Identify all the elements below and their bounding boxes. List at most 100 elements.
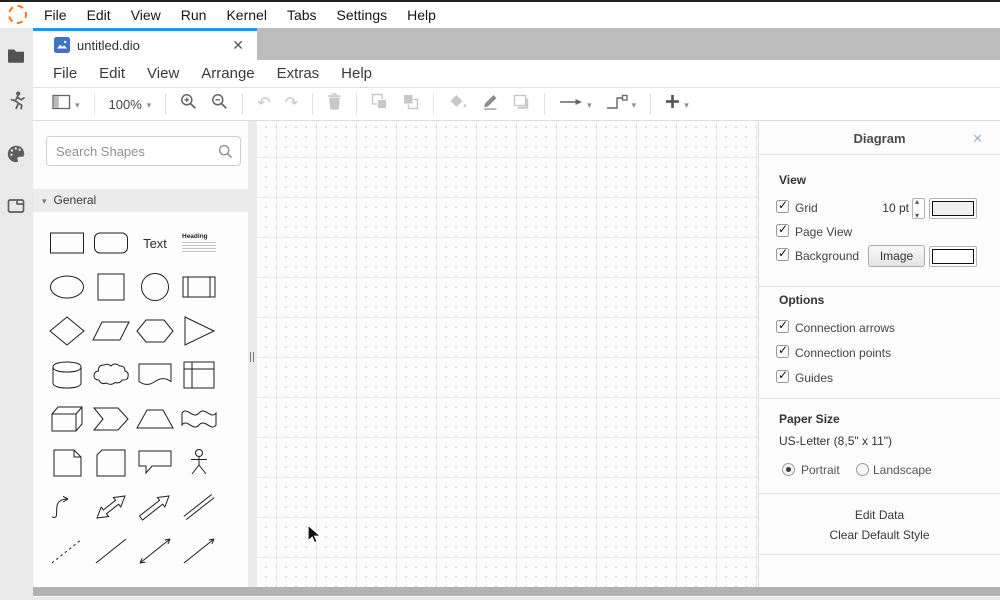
- dio-menu-edit[interactable]: Edit: [88, 60, 136, 87]
- view-panels-icon: [52, 94, 71, 115]
- portrait-radio[interactable]: [782, 463, 795, 476]
- options-heading: Options: [779, 293, 824, 307]
- shape-directional-connector[interactable]: [177, 529, 221, 573]
- toolbar-redo-button[interactable]: ↷: [282, 92, 301, 116]
- diagram-canvas[interactable]: [257, 121, 758, 587]
- shape-process[interactable]: [177, 265, 221, 309]
- toolbar-separator: [433, 93, 434, 115]
- connection-arrows-checkbox[interactable]: [776, 320, 789, 333]
- running-sessions-icon[interactable]: [6, 90, 28, 112]
- shape-circle[interactable]: [133, 265, 177, 309]
- shape-card[interactable]: [89, 441, 133, 485]
- landscape-radio[interactable]: [856, 463, 869, 476]
- image-button[interactable]: Image: [868, 245, 925, 267]
- page-view-label: Page View: [795, 221, 852, 243]
- jl-menu-edit[interactable]: Edit: [77, 2, 121, 28]
- grid-size-stepper[interactable]: [912, 198, 925, 219]
- connection-style-icon: [559, 95, 583, 113]
- background-checkbox[interactable]: [776, 248, 789, 261]
- file-browser-icon[interactable]: [6, 45, 28, 67]
- shape-triangle[interactable]: [177, 309, 221, 353]
- shape-rectangle[interactable]: [45, 221, 89, 265]
- shape-ellipse[interactable]: [45, 265, 89, 309]
- toolbar-connection-style-button[interactable]: [556, 92, 595, 116]
- shape-internal-storage[interactable]: [177, 353, 221, 397]
- shape-curve[interactable]: [45, 485, 89, 529]
- tab-title: untitled.dio: [77, 31, 140, 60]
- shape-parallelogram[interactable]: [89, 309, 133, 353]
- dio-menu-file[interactable]: File: [42, 60, 88, 87]
- shape-trapezoid[interactable]: [133, 397, 177, 441]
- jl-menu-tabs[interactable]: Tabs: [277, 2, 327, 28]
- landscape-label[interactable]: Landscape: [873, 459, 932, 481]
- command-palette-icon[interactable]: [6, 144, 28, 166]
- shape-note[interactable]: [45, 441, 89, 485]
- jl-menu-help[interactable]: Help: [397, 2, 446, 28]
- toolbar-line-color-button[interactable]: [478, 92, 502, 116]
- toolbar-zoom-level-button[interactable]: 100%: [106, 92, 155, 116]
- shape-square[interactable]: [89, 265, 133, 309]
- dio-menu-arrange[interactable]: Arrange: [190, 60, 265, 87]
- shape-cloud[interactable]: [89, 353, 133, 397]
- toolbar-view-panels-button[interactable]: [49, 92, 83, 116]
- shape-document[interactable]: [133, 353, 177, 397]
- shape-cube[interactable]: [45, 397, 89, 441]
- clear-default-style-link[interactable]: Clear Default Style: [759, 528, 1000, 542]
- shape-tape[interactable]: [177, 397, 221, 441]
- jl-menu-run[interactable]: Run: [171, 2, 217, 28]
- edit-data-link[interactable]: Edit Data: [759, 508, 1000, 522]
- drawio-widget: FileEditViewArrangeExtrasHelp 100% ↶ ↷ Gen…: [33, 60, 1000, 597]
- toolbar-zoom-out-button[interactable]: [208, 92, 231, 116]
- page-view-checkbox[interactable]: [776, 224, 789, 237]
- tab-diagram[interactable]: Diagram: [759, 131, 1000, 146]
- jl-menu-file[interactable]: File: [34, 2, 77, 28]
- shape-rounded-rectangle[interactable]: [89, 221, 133, 265]
- shape-callout[interactable]: [133, 441, 177, 485]
- shape-diamond[interactable]: [45, 309, 89, 353]
- format-panel-close-icon[interactable]: ✕: [972, 131, 983, 147]
- toolbar-to-back-button[interactable]: [399, 92, 422, 116]
- shape-arrow[interactable]: [133, 485, 177, 529]
- shape-text[interactable]: Text: [133, 221, 177, 265]
- toolbar-waypoint-style-button[interactable]: [603, 92, 640, 116]
- jl-menu-settings[interactable]: Settings: [327, 2, 398, 28]
- shape-actor[interactable]: [177, 441, 221, 485]
- jl-menu-kernel[interactable]: Kernel: [216, 2, 276, 28]
- shape-section-general[interactable]: General: [33, 189, 248, 212]
- open-tabs-icon[interactable]: [6, 196, 28, 218]
- splitter-collapse-handle[interactable]: [250, 352, 251, 362]
- grid-size-value[interactable]: 10 pt: [877, 197, 909, 219]
- tab-untitled-dio[interactable]: untitled.dio ✕: [33, 28, 257, 60]
- shape-search-input[interactable]: [46, 136, 241, 166]
- dio-menu-help[interactable]: Help: [330, 60, 383, 87]
- shape-cylinder[interactable]: [45, 353, 89, 397]
- toolbar-shadow-button[interactable]: [510, 92, 533, 116]
- shape-line[interactable]: [89, 529, 133, 573]
- shape-heading[interactable]: Heading: [177, 221, 221, 265]
- dio-menu-extras[interactable]: Extras: [266, 60, 331, 87]
- toolbar-to-front-button[interactable]: [368, 92, 391, 116]
- toolbar-insert-button[interactable]: [662, 92, 692, 116]
- connection-points-checkbox[interactable]: [776, 345, 789, 358]
- portrait-label[interactable]: Portrait: [801, 459, 840, 481]
- shape-bidirectional-arrow[interactable]: [89, 485, 133, 529]
- dio-menu-view[interactable]: View: [136, 60, 190, 87]
- shape-bidirectional-connector[interactable]: [133, 529, 177, 573]
- toolbar-fill-color-button[interactable]: [445, 92, 470, 116]
- toolbar-undo-button[interactable]: ↶: [254, 92, 273, 116]
- to-front-icon: [371, 93, 388, 115]
- toolbar-delete-button[interactable]: [324, 92, 345, 116]
- toolbar-zoom-in-button[interactable]: [177, 92, 200, 116]
- grid-color-swatch[interactable]: [929, 198, 977, 219]
- paper-size-select[interactable]: US-Letter (8,5" x 11"): [779, 434, 892, 448]
- shape-hexagon[interactable]: [133, 309, 177, 353]
- guides-checkbox[interactable]: [776, 370, 789, 383]
- shape-dashed-line[interactable]: [45, 529, 89, 573]
- search-icon[interactable]: [218, 144, 233, 164]
- shape-link[interactable]: [177, 485, 221, 529]
- tab-close-icon[interactable]: ✕: [232, 31, 244, 60]
- background-color-swatch[interactable]: [929, 246, 977, 267]
- grid-checkbox[interactable]: [776, 200, 789, 213]
- shape-step[interactable]: [89, 397, 133, 441]
- jl-menu-view[interactable]: View: [121, 2, 171, 28]
